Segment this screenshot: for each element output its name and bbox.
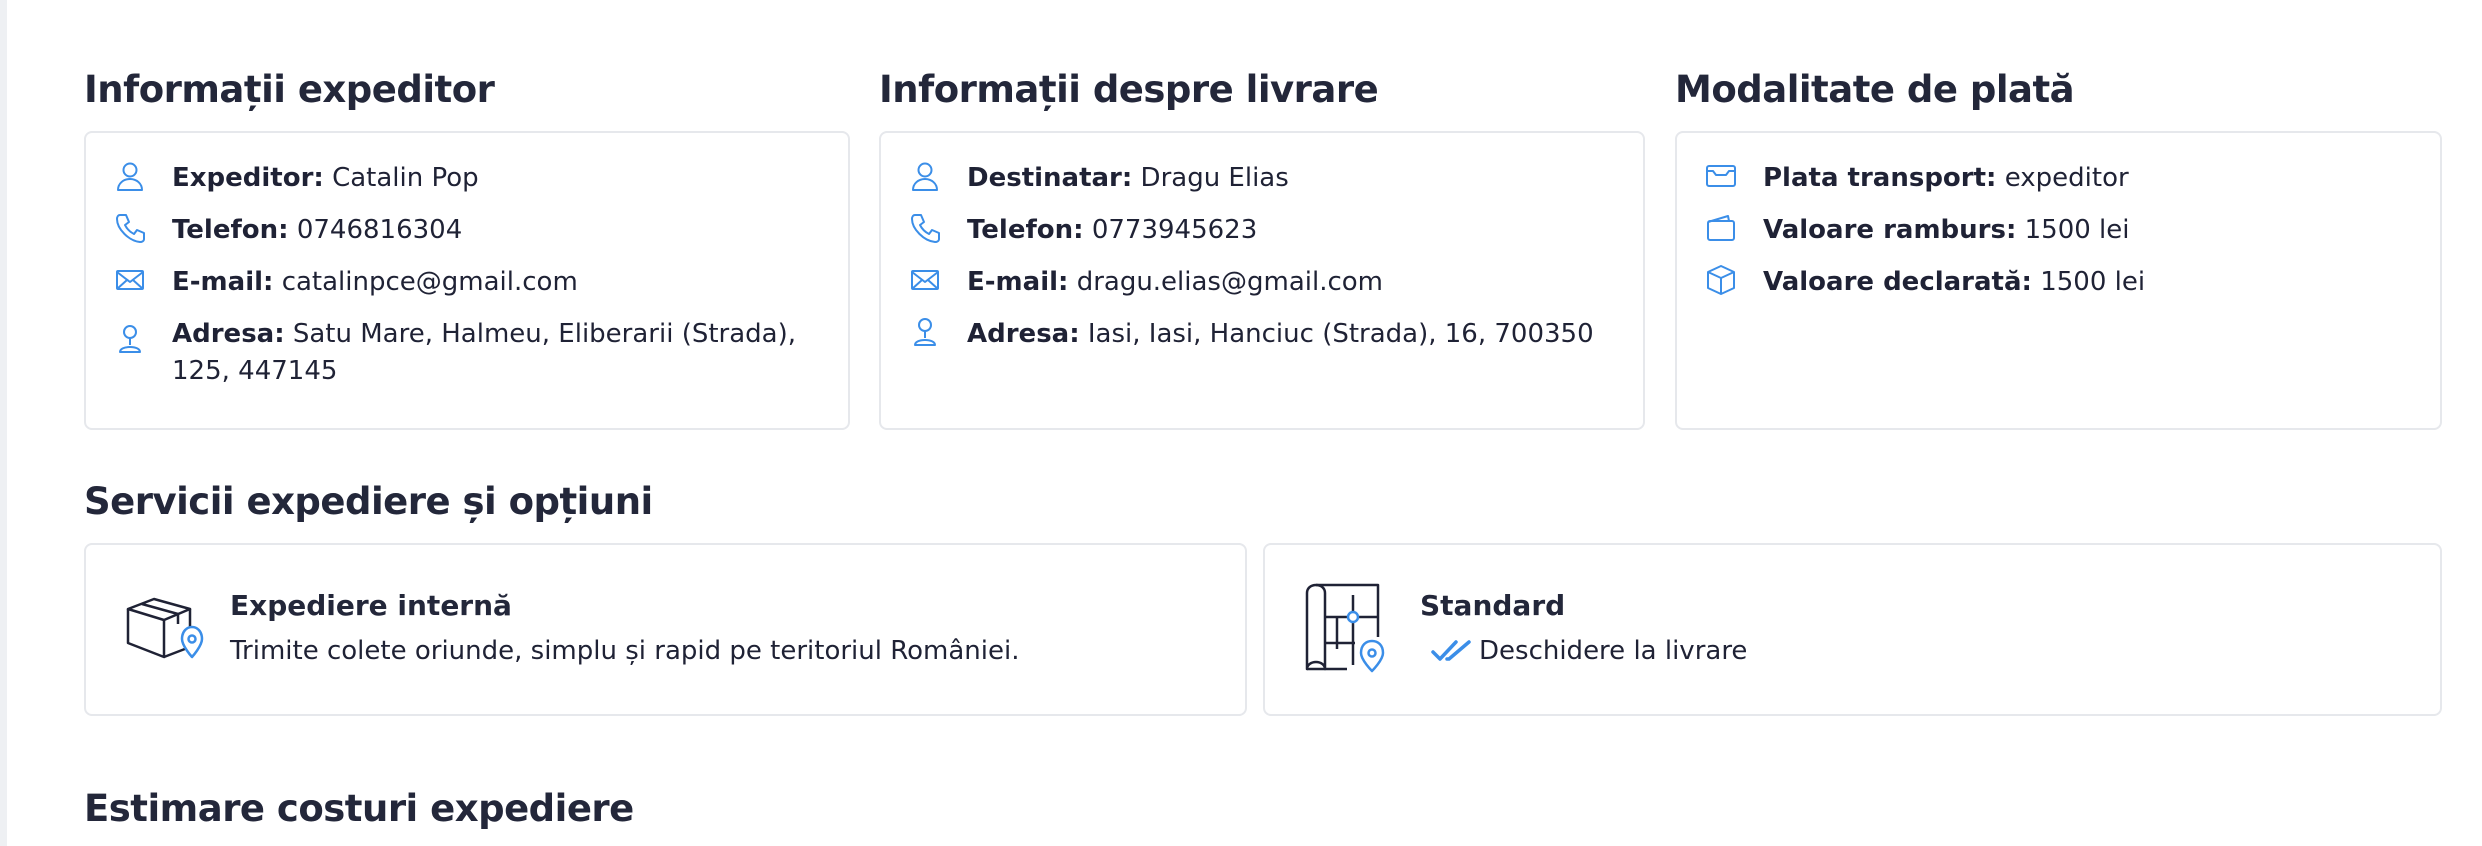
double-check-icon <box>1431 639 1473 663</box>
sender-email-row: E-mail: catalinpce@gmail.com <box>112 264 828 301</box>
service-domestic-card: Expediere internă Trimite colete oriunde… <box>84 543 1247 716</box>
phone-icon <box>907 210 943 246</box>
sender-phone-label: Telefon: <box>172 215 289 245</box>
service-domestic-title: Expediere internă <box>230 589 512 622</box>
recipient-phone-label: Telefon: <box>967 215 1084 245</box>
payment-section-title: Modalitate de plată <box>1675 68 2075 111</box>
recipient-name-label: Destinatar: <box>967 163 1133 193</box>
payment-transport-row: Plata transport: expeditor <box>1703 160 2420 197</box>
recipient-address-row: Adresa: Iasi, Iasi, Hanciuc (Strada), 16… <box>907 316 1623 353</box>
payment-card-icon <box>1703 158 1739 194</box>
recipient-phone-value: 0773945623 <box>1091 215 1258 245</box>
delivery-card: Destinatar: Dragu Elias Telefon: 0773945… <box>879 131 1645 430</box>
payment-declared-row: Valoare declarată: 1500 lei <box>1703 264 2420 301</box>
sender-address-label: Adresa: <box>172 319 285 349</box>
payment-transport-value: expeditor <box>2004 163 2129 193</box>
recipient-address-value: Iasi, Iasi, Hanciuc (Strada), 16, 700350 <box>1087 319 1594 349</box>
payment-cod-value: 1500 lei <box>2024 215 2130 245</box>
services-section-title: Servicii expediere și opțiuni <box>84 480 653 523</box>
recipient-email-label: E-mail: <box>967 267 1069 297</box>
mail-icon <box>112 262 148 298</box>
sender-phone-value: 0746816304 <box>296 215 463 245</box>
payment-cod-row: Valoare ramburs: 1500 lei <box>1703 212 2420 249</box>
payment-declared-label: Valoare declarată: <box>1763 267 2032 297</box>
mail-icon <box>907 262 943 298</box>
payment-card: Plata transport: expeditor Valoare rambu… <box>1675 131 2442 430</box>
map-location-icon <box>1301 581 1397 677</box>
recipient-name-row: Destinatar: Dragu Elias <box>907 160 1623 197</box>
service-domestic-description: Trimite colete oriunde, simplu și rapid … <box>230 636 1020 666</box>
sender-name-label: Expeditor: <box>172 163 324 193</box>
page-left-border <box>0 0 7 846</box>
sender-phone-row: Telefon: 0746816304 <box>112 212 828 249</box>
package-location-icon <box>124 595 206 667</box>
recipient-phone-row: Telefon: 0773945623 <box>907 212 1623 249</box>
service-standard-card: Standard Deschidere la livrare <box>1263 543 2442 716</box>
sender-section-title: Informații expeditor <box>84 68 495 111</box>
payment-cod-label: Valoare ramburs: <box>1763 215 2017 245</box>
recipient-address-label: Adresa: <box>967 319 1080 349</box>
service-standard-title: Standard <box>1420 589 1566 622</box>
recipient-email-row: E-mail: dragu.elias@gmail.com <box>907 264 1623 301</box>
location-person-icon <box>112 321 148 357</box>
location-person-icon <box>907 314 943 350</box>
wallet-icon <box>1703 210 1739 246</box>
estimate-section-title: Estimare costuri expediere <box>84 787 634 830</box>
sender-card: Expeditor: Catalin Pop Telefon: 07468163… <box>84 131 850 430</box>
phone-icon <box>112 210 148 246</box>
delivery-section-title: Informații despre livrare <box>879 68 1379 111</box>
recipient-email-value: dragu.elias@gmail.com <box>1076 267 1383 297</box>
option-open-on-delivery: Deschidere la livrare <box>1479 636 1748 666</box>
box-icon <box>1703 262 1739 298</box>
user-icon <box>112 158 148 194</box>
sender-name-value: Catalin Pop <box>332 163 479 193</box>
sender-email-label: E-mail: <box>172 267 274 297</box>
sender-email-value: catalinpce@gmail.com <box>281 267 578 297</box>
payment-declared-value: 1500 lei <box>2040 267 2146 297</box>
sender-address-row: Adresa: Satu Mare, Halmeu, Eliberarii (S… <box>112 316 828 390</box>
recipient-name-value: Dragu Elias <box>1140 163 1289 193</box>
user-icon <box>907 158 943 194</box>
sender-name-row: Expeditor: Catalin Pop <box>112 160 828 197</box>
payment-transport-label: Plata transport: <box>1763 163 1997 193</box>
